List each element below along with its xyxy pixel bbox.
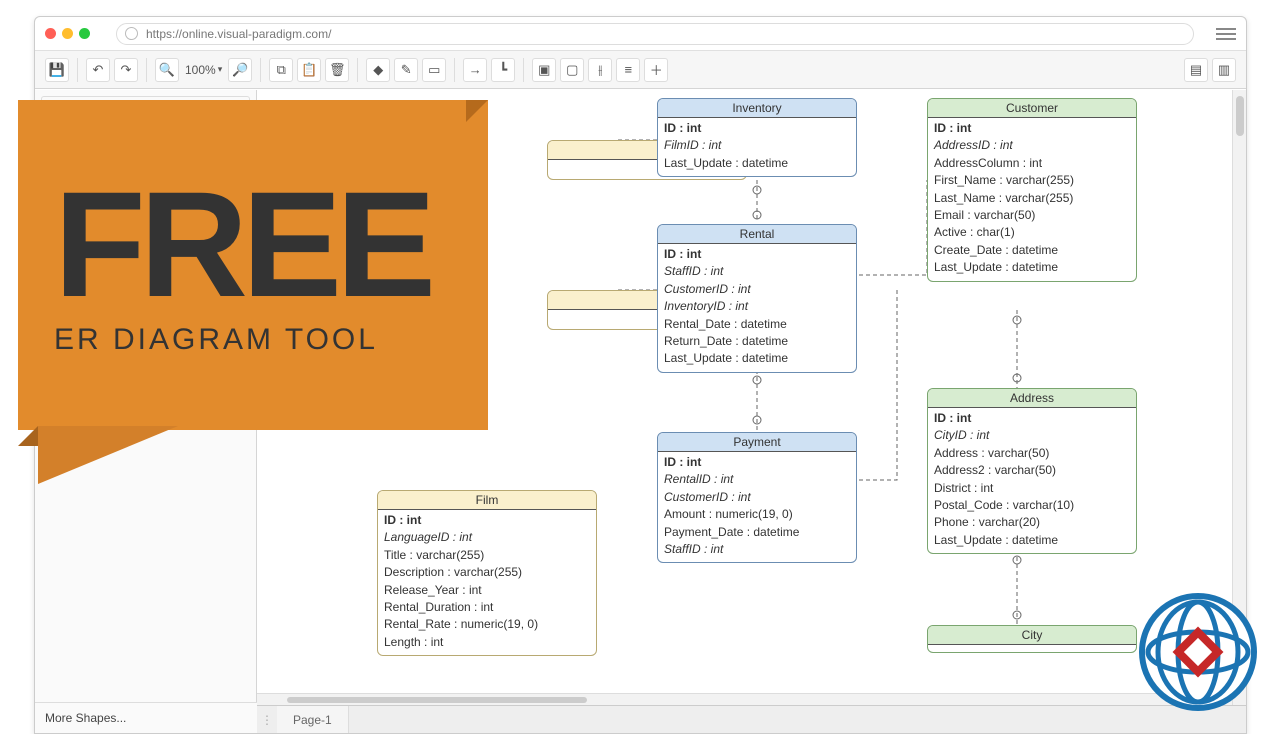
entity-header: Inventory: [658, 99, 856, 118]
minimize-window-icon[interactable]: [62, 28, 73, 39]
delete-button[interactable]: 🗑: [325, 58, 349, 82]
stroke-button[interactable]: ✎: [394, 58, 418, 82]
maximize-window-icon[interactable]: [79, 28, 90, 39]
banner-subtitle: ER DIAGRAM TOOL: [54, 323, 488, 357]
entity-attrs: ID : intStaffID : intCustomerID : intInv…: [658, 244, 856, 372]
connector-button[interactable]: →: [463, 58, 487, 82]
front-button[interactable]: ▣: [532, 58, 556, 82]
entity-city[interactable]: City: [927, 625, 1137, 653]
entity-attrs: ID : intRentalID : intCustomerID : intAm…: [658, 452, 856, 562]
waypoint-button[interactable]: ┗: [491, 58, 515, 82]
entity-attrs: ID : intFilmID : intLast_Update : dateti…: [658, 118, 856, 176]
entity-rental[interactable]: Rental ID : intStaffID : intCustomerID :…: [657, 224, 857, 373]
entity-attrs: ID : intLanguageID : intTitle : varchar(…: [378, 510, 596, 655]
panel-outline-button[interactable]: ▥: [1212, 58, 1236, 82]
entity-address[interactable]: Address ID : intCityID : intAddress : va…: [927, 388, 1137, 554]
copy-button[interactable]: ⧉: [269, 58, 293, 82]
address-bar[interactable]: https://online.visual-paradigm.com/: [116, 23, 1194, 45]
add-button[interactable]: ＋: [644, 58, 668, 82]
zoom-in-button[interactable]: 🔎: [228, 58, 252, 82]
entity-film[interactable]: Film ID : intLanguageID : intTitle : var…: [377, 490, 597, 656]
address-bar-text: https://online.visual-paradigm.com/: [146, 27, 331, 41]
visual-paradigm-logo-icon: [1138, 592, 1258, 712]
promo-banner: FREE ER DIAGRAM TOOL: [8, 100, 513, 500]
horizontal-scrollbar[interactable]: [257, 693, 1232, 705]
entity-attrs: ID : intAddressID : intAddressColumn : i…: [928, 118, 1136, 281]
distribute-button[interactable]: ≡: [616, 58, 640, 82]
entity-header: Customer: [928, 99, 1136, 118]
paste-button[interactable]: 📋: [297, 58, 321, 82]
align-button[interactable]: ⫲: [588, 58, 612, 82]
entity-inventory[interactable]: Inventory ID : intFilmID : intLast_Updat…: [657, 98, 857, 177]
back-button[interactable]: ▢: [560, 58, 584, 82]
more-shapes-button[interactable]: More Shapes...: [35, 702, 257, 733]
banner-title: FREE: [54, 173, 488, 316]
entity-customer[interactable]: Customer ID : intAddressID : intAddressC…: [927, 98, 1137, 282]
close-window-icon[interactable]: [45, 28, 56, 39]
entity-header: Rental: [658, 225, 856, 244]
window-titlebar: https://online.visual-paradigm.com/: [35, 17, 1246, 51]
hamburger-menu-icon[interactable]: [1216, 28, 1236, 40]
undo-button[interactable]: ↶: [86, 58, 110, 82]
entity-attrs: ID : intCityID : intAddress : varchar(50…: [928, 408, 1136, 553]
zoom-level[interactable]: 100%▾: [181, 63, 226, 77]
panel-format-button[interactable]: ▤: [1184, 58, 1208, 82]
entity-header: City: [928, 626, 1136, 645]
entity-header: Payment: [658, 433, 856, 452]
shape-button[interactable]: ▭: [422, 58, 446, 82]
zoom-out-button[interactable]: 🔍: [155, 58, 179, 82]
toolbar: 💾 ↶ ↷ 🔍 100%▾ 🔎 ⧉ 📋 🗑 ◆ ✎ ▭ → ┗ ▣ ▢ ⫲ ≡ …: [35, 51, 1246, 89]
save-button[interactable]: 💾: [45, 58, 69, 82]
redo-button[interactable]: ↷: [114, 58, 138, 82]
page-info-icon: [125, 27, 138, 40]
page-tabs: ⋮ Page-1: [257, 705, 1246, 733]
entity-payment[interactable]: Payment ID : intRentalID : intCustomerID…: [657, 432, 857, 563]
fill-button[interactable]: ◆: [366, 58, 390, 82]
entity-header: Address: [928, 389, 1136, 408]
